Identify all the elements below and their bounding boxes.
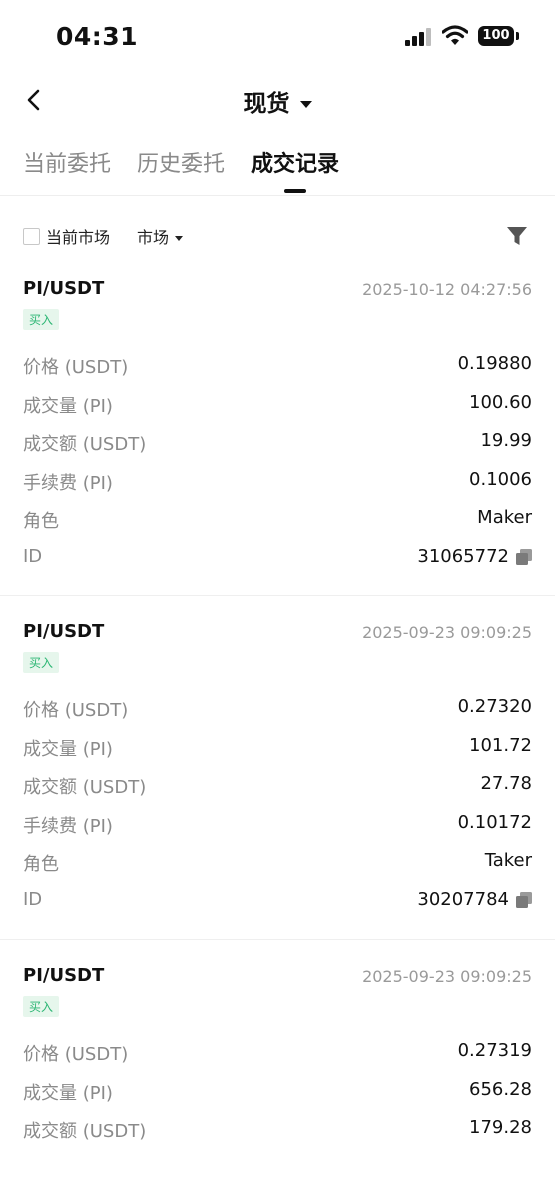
battery-level: 100 <box>482 28 510 43</box>
amount-row: 成交额 (USDT) 19.99 <box>0 424 555 463</box>
battery-tip <box>516 32 519 40</box>
trade-pair: PI/USDT <box>23 621 105 642</box>
wifi-icon <box>442 25 468 45</box>
current-market-label[interactable]: 当前市场 <box>46 224 110 248</box>
row-label: 成交量 (PI) <box>23 1082 113 1104</box>
fee-row: 手续费 (PI) 0.10172 <box>0 806 555 845</box>
trade-pair: PI/USDT <box>23 965 105 986</box>
row-label: 价格 (USDT) <box>23 700 129 721</box>
row-label: 成交额 (USDT) <box>23 777 147 798</box>
row-value: 101.72 <box>469 734 532 756</box>
tab-current-orders[interactable]: 当前委托 <box>23 146 111 178</box>
signal-icon <box>405 28 431 46</box>
current-market-checkbox[interactable] <box>23 228 40 245</box>
role-row: 角色 Maker <box>0 501 555 540</box>
market-dropdown-label: 市场 <box>137 228 170 247</box>
volume-row: 成交量 (PI) 100.60 <box>0 386 555 425</box>
status-bar: 04:31 100 <box>0 0 555 70</box>
trade-pair: PI/USDT <box>23 278 105 299</box>
caret-down-icon <box>175 236 184 241</box>
row-label: 价格 (USDT) <box>23 1044 129 1065</box>
id-row: ID 30207784 <box>0 883 555 922</box>
row-value: 0.27320 <box>457 696 532 717</box>
trade-record: PI/USDT 2025-09-23 09:09:25 买入 价格 (USDT)… <box>0 596 555 940</box>
side-badge: 买入 <box>23 996 60 1017</box>
row-label: 价格 (USDT) <box>23 357 129 378</box>
row-label: ID <box>23 888 43 910</box>
trade-time: 2025-09-23 09:09:25 <box>362 623 532 642</box>
trade-time: 2025-09-23 09:09:25 <box>362 967 532 986</box>
copy-icon[interactable] <box>516 548 532 565</box>
row-value: 179.28 <box>469 1117 532 1138</box>
battery-icon: 100 <box>478 26 514 46</box>
trade-detail-rows: 价格 (USDT) 0.27320 成交量 (PI) 101.72 成交额 (U… <box>0 690 555 921</box>
price-row: 价格 (USDT) 0.27319 <box>0 1034 555 1073</box>
row-value: 31065772 <box>417 545 509 567</box>
side-badge: 买入 <box>23 652 60 673</box>
row-value: 656.28 <box>469 1078 532 1100</box>
trade-record: PI/USDT 2025-09-23 09:09:25 买入 价格 (USDT)… <box>0 940 555 1180</box>
id-row: ID 31065772 <box>0 540 555 579</box>
nav-bar: 现货 <box>0 70 555 130</box>
status-time: 04:31 <box>56 22 139 51</box>
trade-records-list: PI/USDT 2025-10-12 04:27:56 买入 价格 (USDT)… <box>0 270 555 1180</box>
row-value: 30207784 <box>417 888 509 910</box>
row-label: 成交额 (USDT) <box>23 434 147 455</box>
active-tab-indicator <box>284 189 306 193</box>
row-label: 成交量 (PI) <box>23 738 113 760</box>
tab-bar: 当前委托 历史委托 成交记录 <box>0 140 555 196</box>
row-label: 成交额 (USDT) <box>23 1121 147 1142</box>
row-label: 手续费 (PI) <box>23 472 113 494</box>
volume-row: 成交量 (PI) 101.72 <box>0 729 555 768</box>
row-value: 19.99 <box>480 430 532 451</box>
volume-row: 成交量 (PI) 656.28 <box>0 1073 555 1112</box>
page-title: 现货 <box>243 91 290 117</box>
amount-row: 成交额 (USDT) 27.78 <box>0 767 555 806</box>
row-label: 角色 <box>23 511 59 532</box>
fee-row: 手续费 (PI) 0.1006 <box>0 463 555 502</box>
price-row: 价格 (USDT) 0.19880 <box>0 347 555 386</box>
role-row: 角色 Taker <box>0 844 555 883</box>
market-dropdown[interactable]: 市场 <box>137 224 184 248</box>
row-label: 成交量 (PI) <box>23 395 113 417</box>
filter-row: 当前市场 市场 <box>0 212 555 260</box>
trade-detail-rows: 价格 (USDT) 0.27319 成交量 (PI) 656.28 成交额 (U… <box>0 1034 555 1150</box>
filter-icon[interactable] <box>506 225 528 247</box>
copy-icon[interactable] <box>516 891 532 908</box>
row-value: 0.10172 <box>457 811 532 833</box>
row-label: 角色 <box>23 854 59 875</box>
trade-time: 2025-10-12 04:27:56 <box>362 280 532 299</box>
row-label: 手续费 (PI) <box>23 815 113 837</box>
row-value: 27.78 <box>480 773 532 794</box>
row-label: ID <box>23 545 43 567</box>
tab-trade-history[interactable]: 成交记录 <box>251 146 339 178</box>
row-value: 0.19880 <box>457 353 532 374</box>
tab-order-history[interactable]: 历史委托 <box>137 146 225 178</box>
row-value: 0.1006 <box>469 468 532 490</box>
row-value: 0.27319 <box>457 1040 532 1061</box>
trade-detail-rows: 价格 (USDT) 0.19880 成交量 (PI) 100.60 成交额 (U… <box>0 347 555 578</box>
row-value: Taker <box>484 850 532 871</box>
nav-title-dropdown[interactable]: 现货 <box>0 84 555 118</box>
price-row: 价格 (USDT) 0.27320 <box>0 690 555 729</box>
amount-row: 成交额 (USDT) 179.28 <box>0 1111 555 1150</box>
trade-record: PI/USDT 2025-10-12 04:27:56 买入 价格 (USDT)… <box>0 270 555 596</box>
caret-down-icon <box>299 101 312 108</box>
row-value: 100.60 <box>469 391 532 413</box>
side-badge: 买入 <box>23 309 60 330</box>
row-value: Maker <box>477 507 532 528</box>
